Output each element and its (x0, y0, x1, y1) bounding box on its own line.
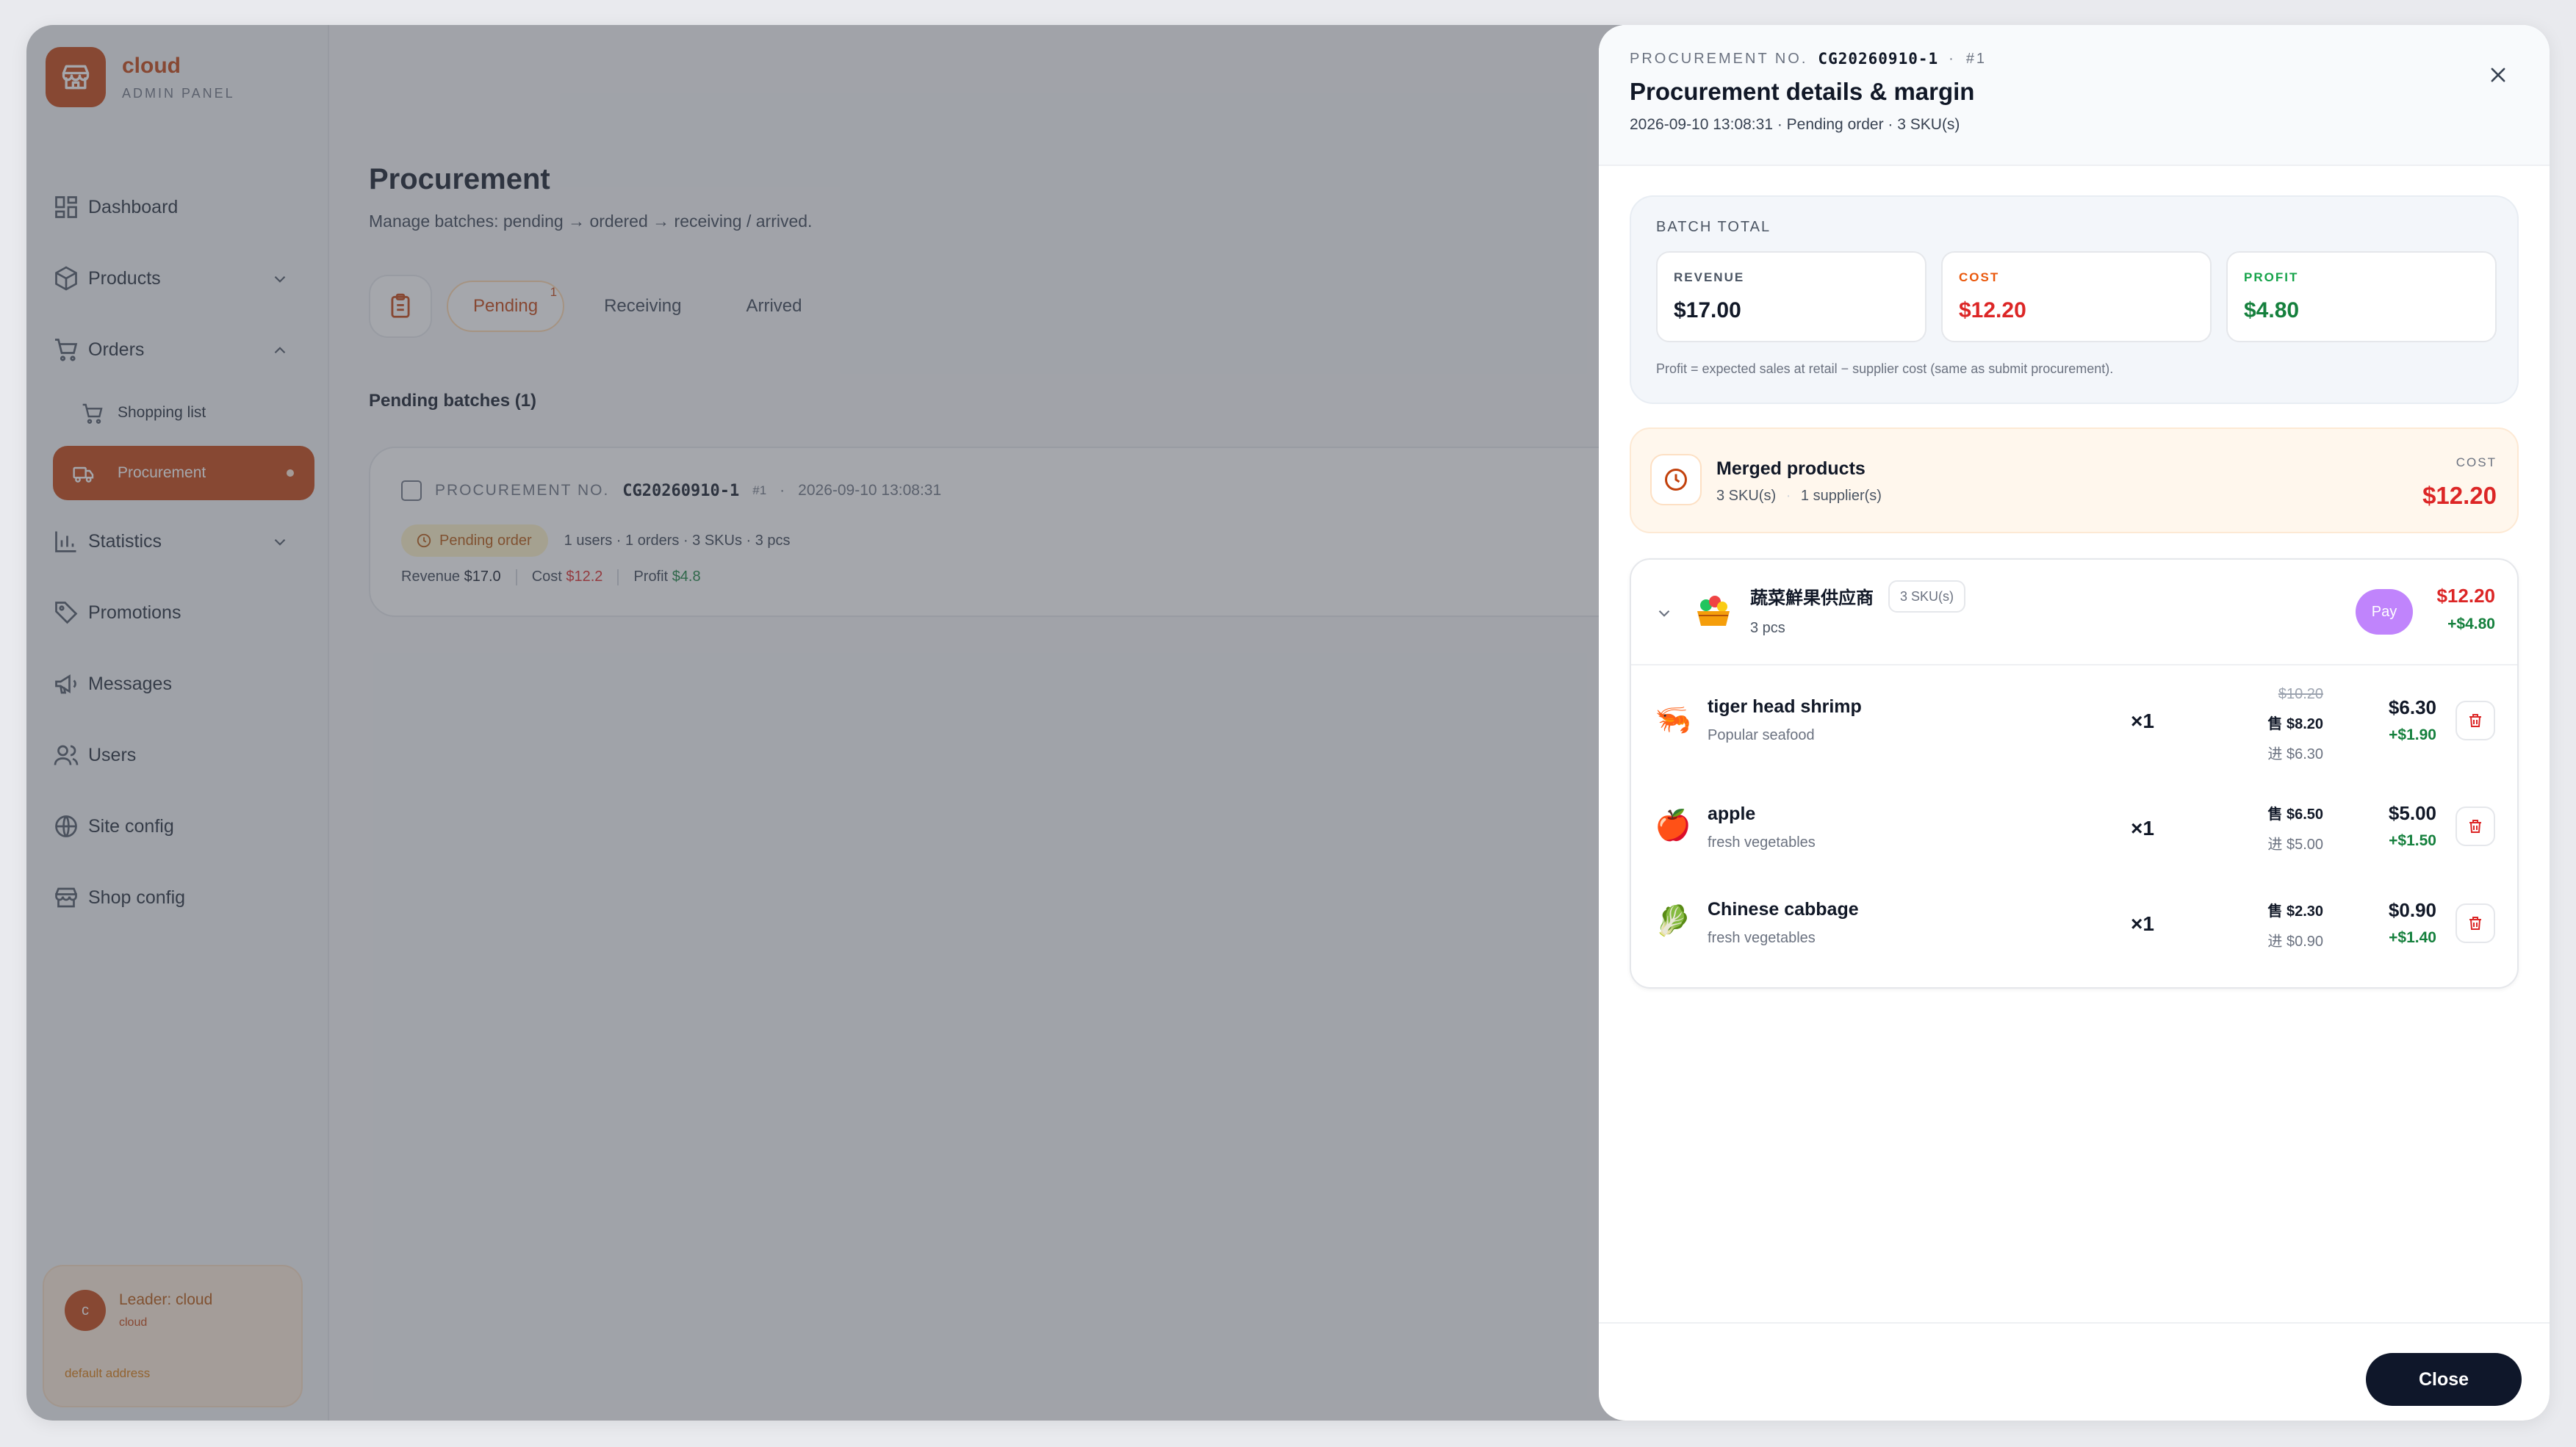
item-cost: $6.30 (2388, 696, 2436, 718)
pay-button[interactable]: Pay (2356, 589, 2413, 635)
revenue-kpi: REVENUE $17.00 (1656, 251, 1926, 342)
kpi-value: $12.20 (1959, 298, 2026, 322)
delete-button[interactable] (2456, 701, 2495, 740)
item-category: fresh vegetables (1708, 834, 1816, 851)
supplier-group: 蔬菜鮮果供应商 3 SKU(s) 3 pcs Pay $12.20 +$4.80… (1630, 558, 2519, 989)
apple-icon: 🍎 (1655, 809, 1691, 842)
item-category: Popular seafood (1708, 727, 1815, 743)
drawer-title: Procurement details & margin (1630, 78, 1975, 105)
item-name: apple (1708, 804, 1756, 824)
app-window: cloud ADMIN PANEL Dashboard Products Ord… (26, 25, 2550, 1421)
trash-icon (2469, 917, 2481, 930)
batch-total-card: BATCH TOTAL REVENUE $17.00 COST $12.20 P… (1630, 195, 2519, 404)
item-cost: $5.00 (2388, 802, 2436, 824)
supplier-profit: +$4.80 (2447, 616, 2495, 632)
item-profit: +$1.90 (2389, 726, 2436, 743)
kpi-label: COST (1959, 270, 2000, 284)
kpi-value: $4.80 (2244, 298, 2300, 322)
merged-subtitle: 3 SKU(s) · 1 supplier(s) (1716, 488, 1882, 505)
drawer-footer: Close (1599, 1322, 2550, 1421)
cost-column: $0.90 +$1.40 (2389, 899, 2436, 947)
sell-price: 售 $2.30 (2267, 903, 2323, 920)
supplier-name: 蔬菜鮮果供应商 (1750, 588, 1874, 608)
item-category: fresh vegetables (1708, 930, 1816, 946)
buy-price: 进 $5.00 (2267, 837, 2323, 853)
drawer-meta: 2026-09-10 13:08:31 · Pending order · 3 … (1630, 116, 1960, 133)
merged-suppliers: 1 supplier(s) (1800, 488, 1882, 504)
kpi-label: PROFIT (2244, 270, 2299, 284)
drawer-kicker: PROCUREMENT NO. CG20260910-1 · #1 (1630, 50, 1987, 68)
supplier-cost: $12.20 (2436, 585, 2495, 607)
profit-note: Profit = expected sales at retail − supp… (1656, 361, 2114, 376)
procurement-no-label: PROCUREMENT NO. (1630, 50, 1808, 67)
cabbage-icon: 🥬 (1655, 905, 1691, 937)
separator-dot: · (1949, 50, 1956, 67)
close-icon[interactable] (2482, 59, 2514, 91)
profit-kpi: PROFIT $4.80 (2226, 251, 2497, 342)
drawer-header: PROCUREMENT NO. CG20260910-1 · #1 Procur… (1599, 25, 2550, 166)
separator-dot: · (1785, 488, 1791, 504)
sell-price: 售 $6.50 (2267, 807, 2323, 823)
merged-cost-value: $12.20 (2422, 482, 2497, 509)
merged-title: Merged products (1716, 458, 1866, 479)
item-quantity: ×1 (2131, 817, 2154, 840)
cost-kpi: COST $12.20 (1941, 251, 2212, 342)
merged-skus: 3 SKU(s) (1716, 488, 1777, 504)
procurement-number: CG20260910-1 (1818, 50, 1939, 68)
price-column: $10.20 售 $8.20 进 $6.30 (2267, 686, 2323, 763)
supplier-header[interactable]: 蔬菜鮮果供应商 3 SKU(s) 3 pcs Pay $12.20 +$4.80 (1631, 560, 2517, 665)
kpi-label: REVENUE (1674, 270, 1745, 284)
price-column: 售 $6.50 进 $5.00 (2267, 802, 2323, 854)
trash-icon (2469, 820, 2481, 833)
kpi-value: $17.00 (1674, 298, 1741, 322)
close-button[interactable]: Close (2366, 1353, 2522, 1406)
item-quantity: ×1 (2131, 710, 2154, 732)
delete-button[interactable] (2456, 807, 2495, 846)
procurement-detail-drawer: PROCUREMENT NO. CG20260910-1 · #1 Procur… (1599, 25, 2550, 1421)
batch-total-label: BATCH TOTAL (1656, 219, 1771, 235)
original-price: $10.20 (2278, 686, 2323, 702)
item-quantity: ×1 (2131, 912, 2154, 935)
merged-cost-label: COST (2456, 455, 2497, 469)
sku-badge: 3 SKU(s) (1888, 580, 1966, 613)
buy-price: 进 $0.90 (2267, 934, 2323, 950)
item-name: tiger head shrimp (1708, 696, 1862, 717)
item-name: Chinese cabbage (1708, 899, 1859, 920)
buy-price: 进 $6.30 (2267, 746, 2323, 762)
delete-button[interactable] (2456, 903, 2495, 943)
shrimp-icon: 🦐 (1655, 704, 1691, 736)
sell-price: 售 $8.20 (2267, 716, 2323, 732)
cost-column: $5.00 +$1.50 (2389, 802, 2436, 850)
item-profit: +$1.40 (2389, 929, 2436, 946)
procurement-seq: #1 (1965, 50, 1987, 67)
item-cost: $0.90 (2388, 899, 2436, 921)
item-profit: +$1.50 (2389, 832, 2436, 849)
cost-column: $6.30 +$1.90 (2389, 696, 2436, 744)
list-item: 🦐 tiger head shrimp Popular seafood ×1 $… (1631, 665, 2517, 776)
list-item: 🍎 apple fresh vegetables ×1 售 $6.50 进 $5… (1631, 776, 2517, 878)
chevron-down-icon[interactable] (1655, 604, 1674, 623)
supplier-pcs: 3 pcs (1750, 620, 1785, 636)
list-item: 🥬 Chinese cabbage fresh vegetables ×1 售 … (1631, 878, 2517, 981)
trash-icon (2469, 714, 2481, 727)
merged-products-card: Merged products 3 SKU(s) · 1 supplier(s)… (1630, 427, 2519, 533)
produce-basket-icon (1697, 596, 1730, 626)
price-column: 售 $2.30 进 $0.90 (2267, 899, 2323, 950)
clock-icon (1650, 454, 1702, 505)
